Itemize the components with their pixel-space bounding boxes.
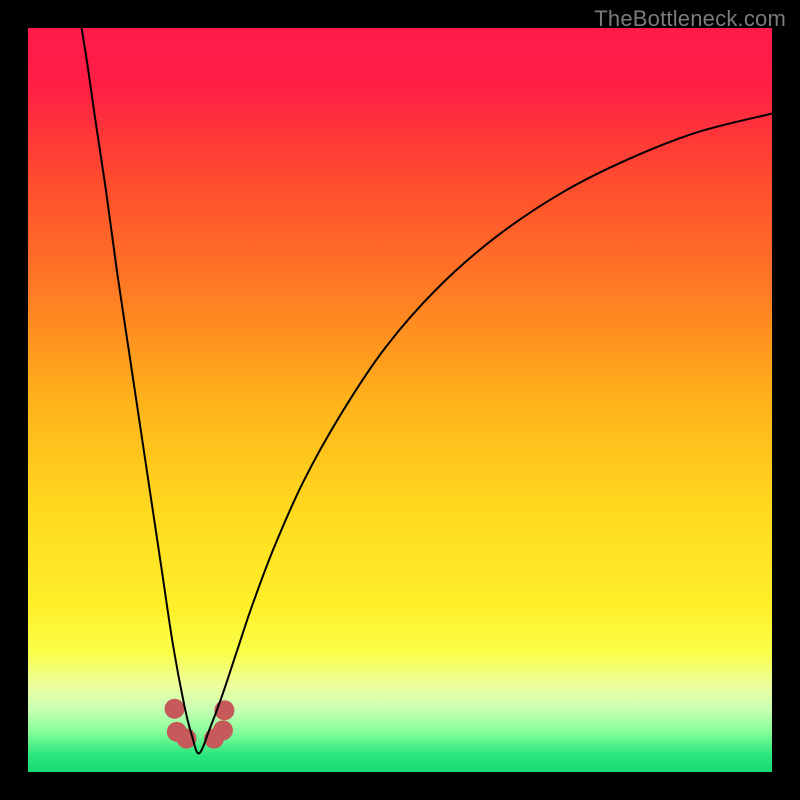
highlight-dot	[165, 699, 185, 719]
outer-frame: TheBottleneck.com	[0, 0, 800, 800]
chart-svg	[28, 28, 772, 772]
highlight-dot	[213, 720, 233, 740]
watermark-text: TheBottleneck.com	[594, 6, 786, 32]
plot-area	[28, 28, 772, 772]
highlight-markers	[165, 699, 235, 749]
bottleneck-curve	[82, 28, 772, 753]
